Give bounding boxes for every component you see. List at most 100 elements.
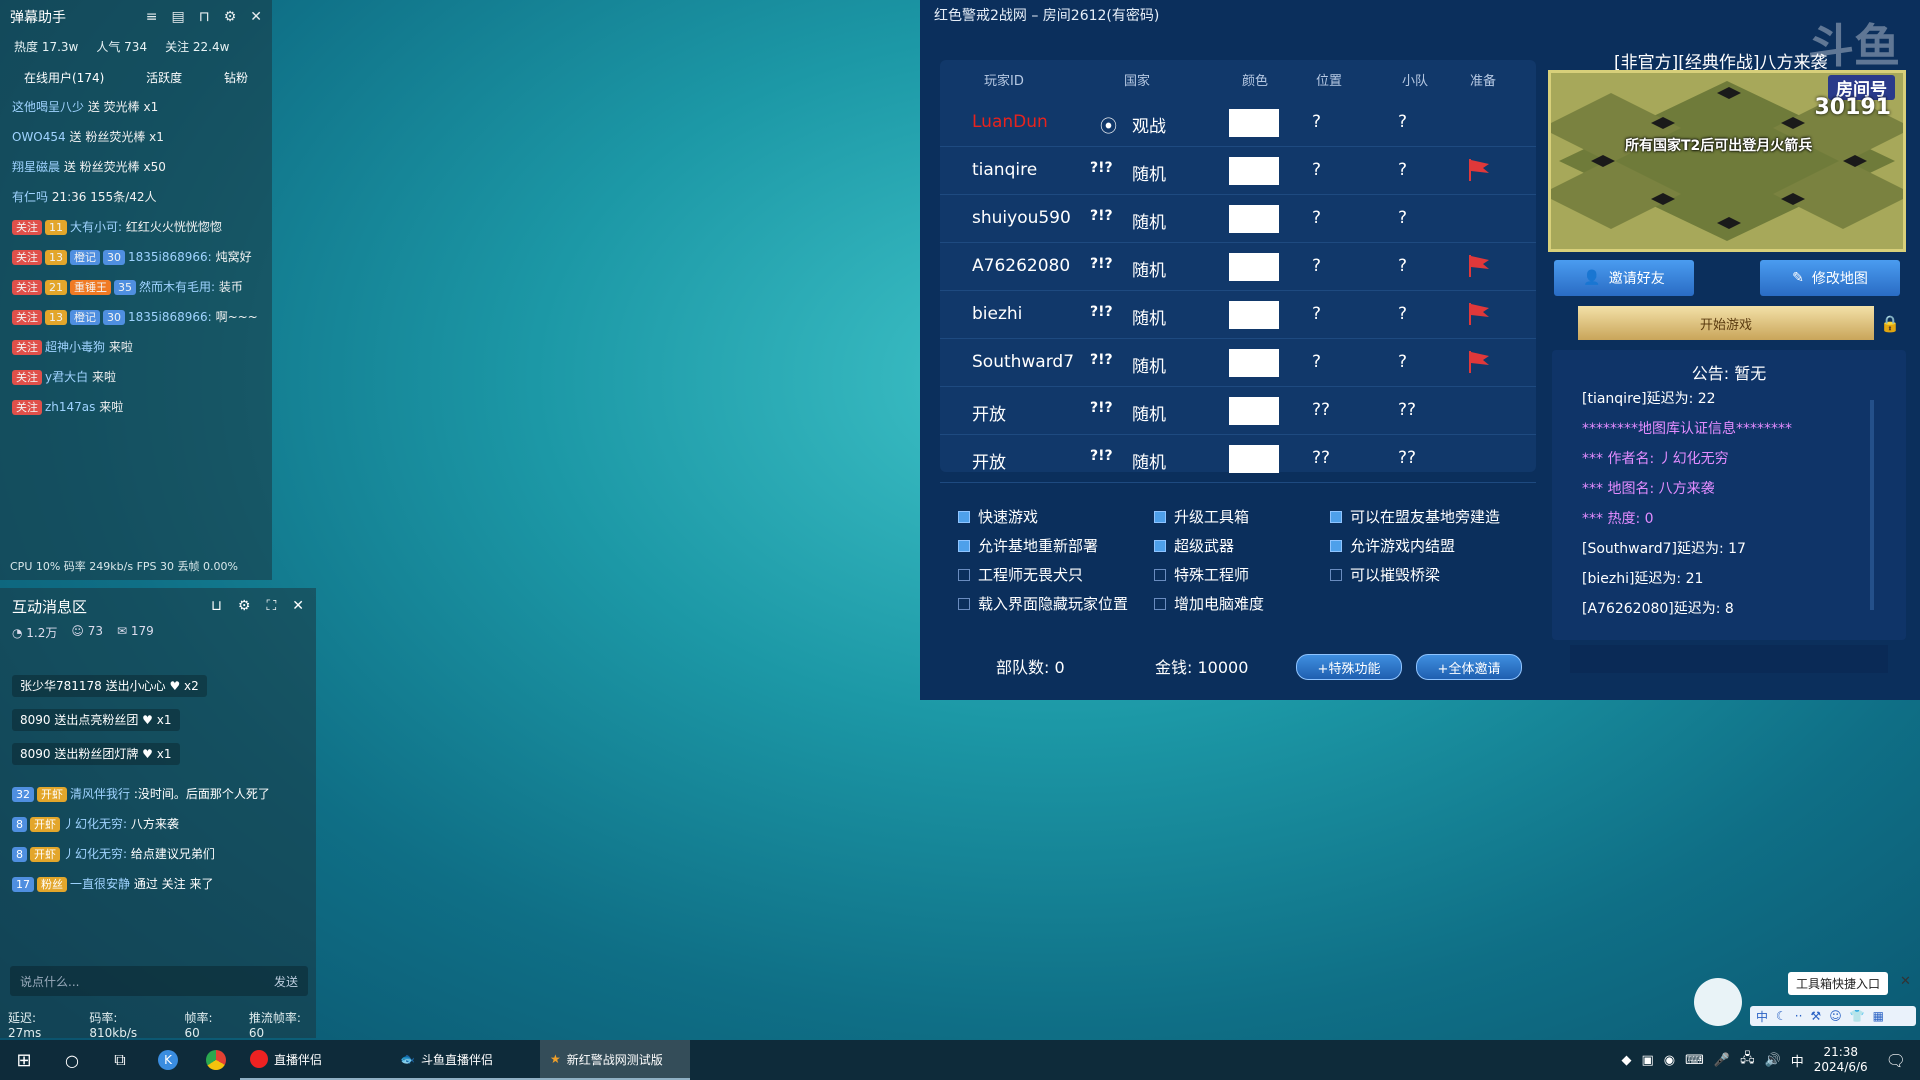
invite-friend-button[interactable]: 👤 邀请好友 <box>1554 260 1694 296</box>
option-checkbox[interactable] <box>1154 597 1166 610</box>
lock-icon[interactable]: 🔒 <box>1880 314 1900 333</box>
player-position[interactable]: ?? <box>1312 400 1330 420</box>
tray-live-icon[interactable]: ▣ <box>1641 1053 1653 1068</box>
chat-input-box[interactable] <box>1570 645 1888 673</box>
invite-all-button[interactable]: +全体邀请 <box>1416 654 1522 680</box>
follow-tag[interactable]: 关注 <box>12 280 42 295</box>
player-color-swatch[interactable] <box>1229 301 1279 329</box>
taskbar-live-assistant[interactable]: 直播伴侣 <box>240 1040 390 1080</box>
tab-activity[interactable]: 活跃度 <box>146 69 182 86</box>
settings-icon[interactable]: ⚙ <box>238 598 251 614</box>
player-position[interactable]: ? <box>1312 208 1321 228</box>
settings-icon[interactable]: ⚙ <box>224 9 237 25</box>
chrome-icon[interactable] <box>192 1040 240 1080</box>
volume-icon[interactable]: 🔊 <box>1765 1053 1781 1068</box>
player-position[interactable]: ? <box>1312 160 1321 180</box>
option-checkbox[interactable] <box>1330 510 1342 523</box>
list-icon[interactable]: ▤ <box>172 9 185 25</box>
notification-icon[interactable]: 🗨 <box>1886 1051 1906 1070</box>
game-option[interactable]: 超级武器 <box>1154 535 1234 556</box>
option-checkbox[interactable] <box>1154 568 1166 581</box>
tray-app-icon[interactable]: ◆ <box>1621 1053 1631 1068</box>
player-row[interactable]: A76262080?!? 随机?? <box>940 244 1536 291</box>
player-team[interactable]: ?? <box>1398 400 1416 420</box>
wrench-icon[interactable]: ⚒ <box>1810 1009 1821 1023</box>
barrage-user[interactable]: 1835i868966: <box>128 310 212 324</box>
game-option[interactable]: 工程师无畏犬只 <box>958 564 1083 585</box>
option-checkbox[interactable] <box>958 597 970 610</box>
player-position[interactable]: ? <box>1312 256 1321 276</box>
barrage-user[interactable]: 超神小毒狗 <box>45 340 105 354</box>
option-checkbox[interactable] <box>958 539 970 552</box>
barrage-user[interactable]: 这他喝呈八少 <box>12 100 84 114</box>
player-country[interactable]: 随机 <box>1132 304 1166 329</box>
barrage-user[interactable]: 翔星磁晨 <box>12 160 60 174</box>
taskbar-ra2-battle-net[interactable]: ★ 新红警战网测试版 <box>540 1040 690 1080</box>
player-color-swatch[interactable] <box>1229 253 1279 281</box>
player-position[interactable]: ? <box>1312 352 1321 372</box>
grid-icon[interactable]: ▦ <box>1873 1009 1884 1023</box>
player-row[interactable]: 开放?!? 随机???? <box>940 436 1536 483</box>
game-option[interactable]: 允许游戏内结盟 <box>1330 535 1455 556</box>
tab-diamond-fans[interactable]: 钻粉 <box>224 69 248 86</box>
network-icon[interactable]: 🖧 <box>1740 1049 1755 1071</box>
player-color-swatch[interactable] <box>1229 445 1279 473</box>
task-view-icon[interactable]: ⧉ <box>96 1040 144 1080</box>
player-country[interactable]: 随机 <box>1132 448 1166 473</box>
option-checkbox[interactable] <box>1330 568 1342 581</box>
follow-tag[interactable]: 关注 <box>12 400 42 415</box>
microphone-icon[interactable]: 🎤 <box>1714 1053 1730 1068</box>
player-team[interactable]: ?? <box>1398 448 1416 468</box>
dots-icon[interactable]: ·· <box>1795 1009 1803 1023</box>
player-color-swatch[interactable] <box>1229 109 1279 137</box>
option-checkbox[interactable] <box>1154 539 1166 552</box>
player-row[interactable]: shuiyou590?!? 随机?? <box>940 196 1536 243</box>
player-country[interactable]: 随机 <box>1132 352 1166 377</box>
player-country[interactable]: 随机 <box>1132 160 1166 185</box>
follow-tag[interactable]: 关注 <box>12 340 42 355</box>
search-icon[interactable]: ○ <box>48 1040 96 1080</box>
player-row[interactable]: LuanDun ⦿ 观战?? <box>940 100 1536 147</box>
edit-map-button[interactable]: ✎ 修改地图 <box>1760 260 1900 296</box>
tray-ime[interactable]: 中 <box>1791 1051 1804 1070</box>
player-color-swatch[interactable] <box>1229 157 1279 185</box>
game-option[interactable]: 可以在盟友基地旁建造 <box>1330 506 1500 527</box>
player-color-swatch[interactable] <box>1229 397 1279 425</box>
option-checkbox[interactable] <box>958 510 970 523</box>
player-position[interactable]: ? <box>1312 112 1321 132</box>
player-color-swatch[interactable] <box>1229 349 1279 377</box>
close-icon[interactable]: ✕ <box>292 598 304 614</box>
player-position[interactable]: ?? <box>1312 448 1330 468</box>
clock[interactable]: 21:38 2024/6/6 <box>1814 1045 1868 1075</box>
player-country[interactable]: 随机 <box>1132 208 1166 233</box>
player-country[interactable]: 观战 <box>1132 112 1166 137</box>
tray-nvidia-icon[interactable]: ◉ <box>1664 1053 1675 1068</box>
game-option[interactable]: 增加电脑难度 <box>1154 593 1264 614</box>
barrage-user[interactable]: 大有小可: <box>70 220 122 234</box>
player-team[interactable]: ? <box>1398 304 1407 324</box>
game-option[interactable]: 可以摧毁桥梁 <box>1330 564 1440 585</box>
game-option[interactable]: 载入界面隐藏玩家位置 <box>958 593 1128 614</box>
player-country[interactable]: 随机 <box>1132 256 1166 281</box>
windows-start-icon[interactable]: ⊞ <box>0 1040 48 1080</box>
log-scrollbar[interactable] <box>1870 400 1874 610</box>
moon-icon[interactable]: ☾ <box>1776 1009 1787 1023</box>
chat-input[interactable]: 说点什么... 发送 <box>10 966 308 996</box>
option-checkbox[interactable] <box>958 568 970 581</box>
player-row[interactable]: tianqire?!? 随机?? <box>940 148 1536 195</box>
message-user[interactable]: 一直很安静 <box>70 877 130 891</box>
player-team[interactable]: ? <box>1398 112 1407 132</box>
barrage-user[interactable]: zh147as <box>45 400 95 414</box>
toolbox-shortcut[interactable]: 工具箱快捷入口 <box>1788 972 1889 995</box>
game-option[interactable]: 升级工具箱 <box>1154 506 1249 527</box>
unlock-icon[interactable]: ⊔ <box>211 598 222 614</box>
player-team[interactable]: ? <box>1398 352 1407 372</box>
lock-icon[interactable]: ⊓ <box>199 9 210 25</box>
start-game-button[interactable]: 开始游戏 <box>1578 306 1874 340</box>
close-icon[interactable]: ✕ <box>1900 974 1911 989</box>
shirt-icon[interactable]: 👕 <box>1850 1009 1865 1023</box>
expand-icon[interactable]: ⛶ <box>266 598 276 614</box>
taskbar-douyu-assistant[interactable]: 🐟 斗鱼直播伴侣 <box>390 1040 540 1080</box>
player-team[interactable]: ? <box>1398 160 1407 180</box>
game-option[interactable]: 特殊工程师 <box>1154 564 1249 585</box>
